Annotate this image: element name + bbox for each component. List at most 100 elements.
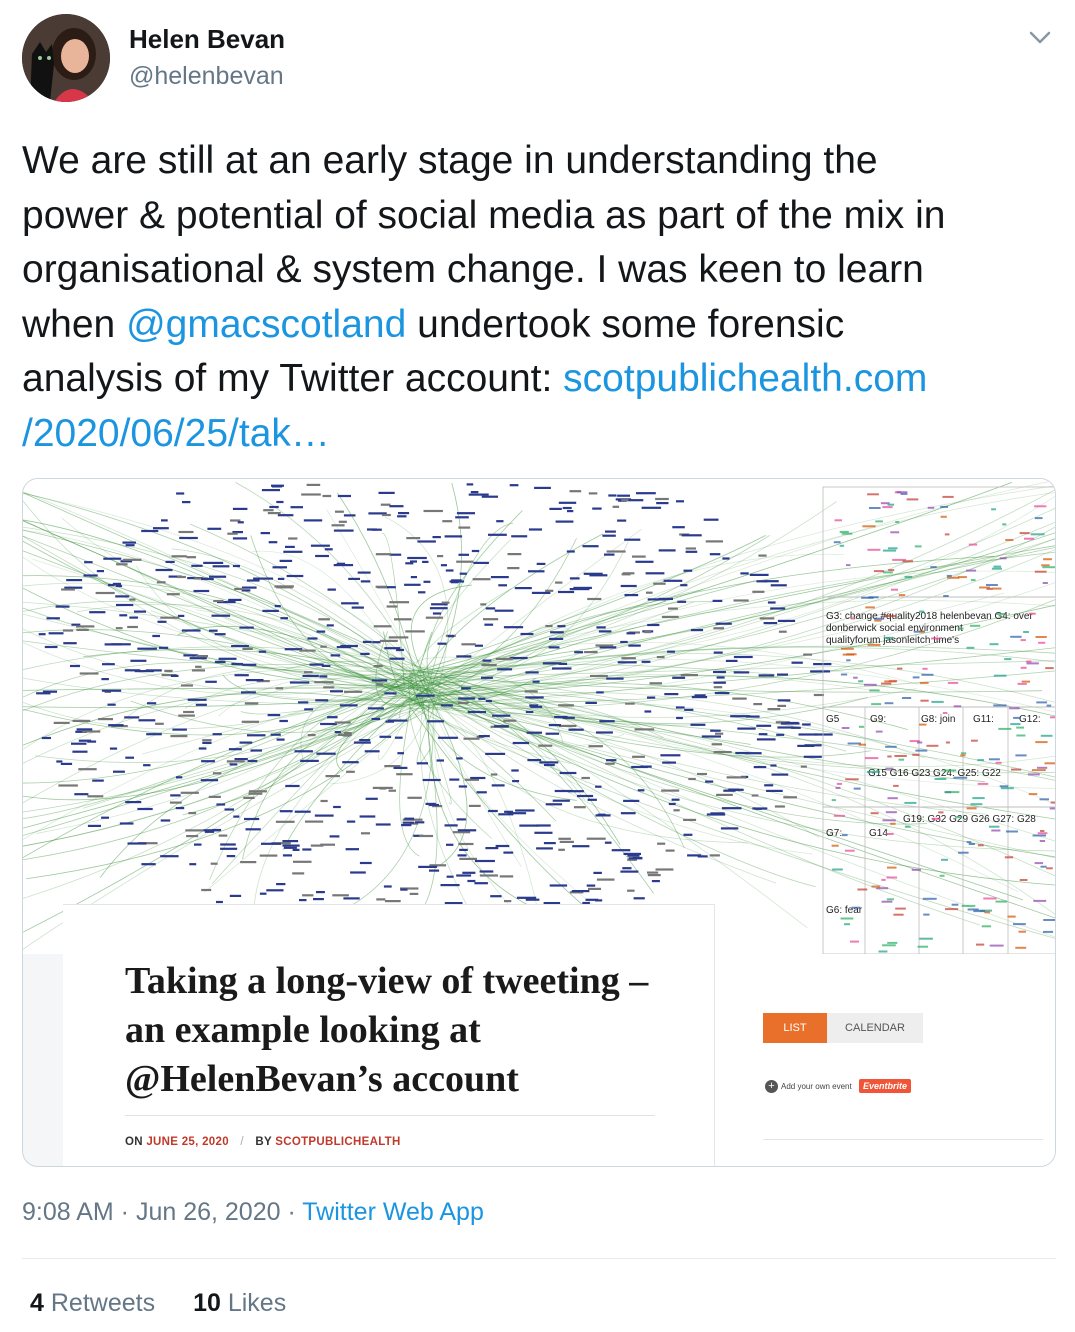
- likes-stat[interactable]: 10 Likes: [193, 1289, 286, 1318]
- avatar[interactable]: [22, 14, 110, 102]
- network-node: [147, 702, 157, 705]
- network-node: [341, 602, 359, 605]
- network-node: [559, 840, 574, 843]
- network-node: [1037, 766, 1048, 769]
- article-author[interactable]: SCOTPUBLICHEALTH: [275, 1136, 400, 1148]
- network-node: [494, 609, 514, 612]
- network-node: [525, 898, 540, 901]
- network-node: [101, 816, 109, 819]
- network-node: [169, 801, 182, 804]
- add-event-label: Add your own event: [781, 1082, 852, 1091]
- network-node: [397, 752, 404, 755]
- network-node: [881, 900, 893, 903]
- network-label: G15 G16 G23 G24: G25: G22: [868, 768, 1001, 779]
- network-node: [930, 637, 941, 640]
- network-node: [345, 848, 359, 851]
- network-node: [470, 776, 486, 780]
- tab-list[interactable]: LIST: [763, 1013, 827, 1043]
- network-node: [1004, 856, 1014, 859]
- network-node: [1023, 631, 1029, 633]
- network-node: [320, 722, 337, 726]
- network-node: [304, 708, 314, 711]
- network-node: [71, 742, 87, 745]
- network-node: [474, 859, 495, 863]
- network-node: [262, 609, 279, 612]
- network-node: [1013, 716, 1021, 719]
- network-node: [137, 807, 153, 811]
- network-node: [201, 760, 215, 763]
- network-node: [1031, 769, 1046, 772]
- network-node: [1032, 834, 1046, 837]
- network-node: [647, 623, 660, 627]
- network-node: [970, 803, 983, 806]
- network-node: [191, 669, 205, 672]
- network-node: [276, 500, 284, 504]
- add-event-button[interactable]: + Add your own event: [765, 1080, 852, 1093]
- network-node: [617, 661, 637, 664]
- network-node: [922, 667, 928, 670]
- network-node: [333, 529, 354, 532]
- network-node: [82, 730, 101, 733]
- timestamp-text[interactable]: 9:08 AM · Jun 26, 2020 ·: [22, 1198, 302, 1226]
- network-node: [301, 493, 321, 496]
- network-node: [545, 732, 560, 735]
- network-node: [940, 515, 947, 518]
- network-node: [939, 874, 945, 877]
- network-node: [104, 643, 122, 646]
- network-node: [664, 693, 679, 696]
- network-node: [710, 729, 721, 732]
- chevron-down-icon[interactable]: [1025, 22, 1055, 52]
- network-node: [605, 762, 615, 765]
- network-node: [853, 787, 861, 790]
- mention-link[interactable]: @gmacscotland: [126, 303, 406, 346]
- tab-calendar[interactable]: CALENDAR: [827, 1013, 923, 1043]
- network-node: [485, 752, 506, 755]
- network-node: [79, 672, 99, 675]
- network-node: [587, 597, 602, 601]
- network-node: [931, 817, 941, 820]
- network-node: [1039, 798, 1049, 801]
- network-node: [321, 664, 331, 667]
- network-node: [166, 593, 180, 596]
- retweets-stat[interactable]: 4 Retweets: [30, 1289, 155, 1318]
- network-node: [468, 493, 489, 496]
- network-node: [188, 812, 197, 815]
- network-node: [495, 657, 513, 661]
- network-node: [490, 895, 502, 898]
- network-node: [152, 634, 160, 638]
- author-name[interactable]: Helen Bevan: [129, 24, 285, 55]
- network-node: [989, 944, 1004, 947]
- network-node: [644, 710, 652, 713]
- article-title[interactable]: Taking a long-view of tweeting – an exam…: [125, 957, 685, 1104]
- network-node: [372, 786, 393, 789]
- link-card[interactable]: G3: change #quality2018 helenbevan G4: o…: [22, 478, 1056, 1167]
- network-node: [416, 694, 431, 697]
- network-node: [941, 858, 948, 861]
- network-node: [839, 544, 845, 547]
- network-node: [1005, 539, 1014, 541]
- source-link[interactable]: Twitter Web App: [302, 1198, 484, 1226]
- network-node: [463, 737, 480, 740]
- network-node: [409, 892, 419, 895]
- network-node: [758, 674, 775, 677]
- network-node: [647, 871, 659, 874]
- author-handle[interactable]: @helenbevan: [129, 62, 284, 91]
- network-node: [425, 616, 443, 619]
- network-node: [495, 844, 510, 848]
- network-node: [160, 819, 171, 822]
- network-node: [96, 570, 104, 573]
- network-node: [536, 824, 551, 827]
- network-node: [346, 820, 356, 823]
- article-date[interactable]: JUNE 25, 2020: [146, 1136, 229, 1148]
- network-node: [1024, 537, 1035, 540]
- network-node: [189, 657, 207, 660]
- network-node: [226, 855, 236, 858]
- network-node: [685, 547, 696, 550]
- network-node: [418, 591, 426, 594]
- network-node: [503, 719, 517, 722]
- network-node: [1011, 768, 1022, 771]
- network-node: [227, 532, 238, 535]
- network-node: [141, 529, 159, 533]
- network-node: [624, 594, 639, 597]
- network-node: [976, 943, 985, 946]
